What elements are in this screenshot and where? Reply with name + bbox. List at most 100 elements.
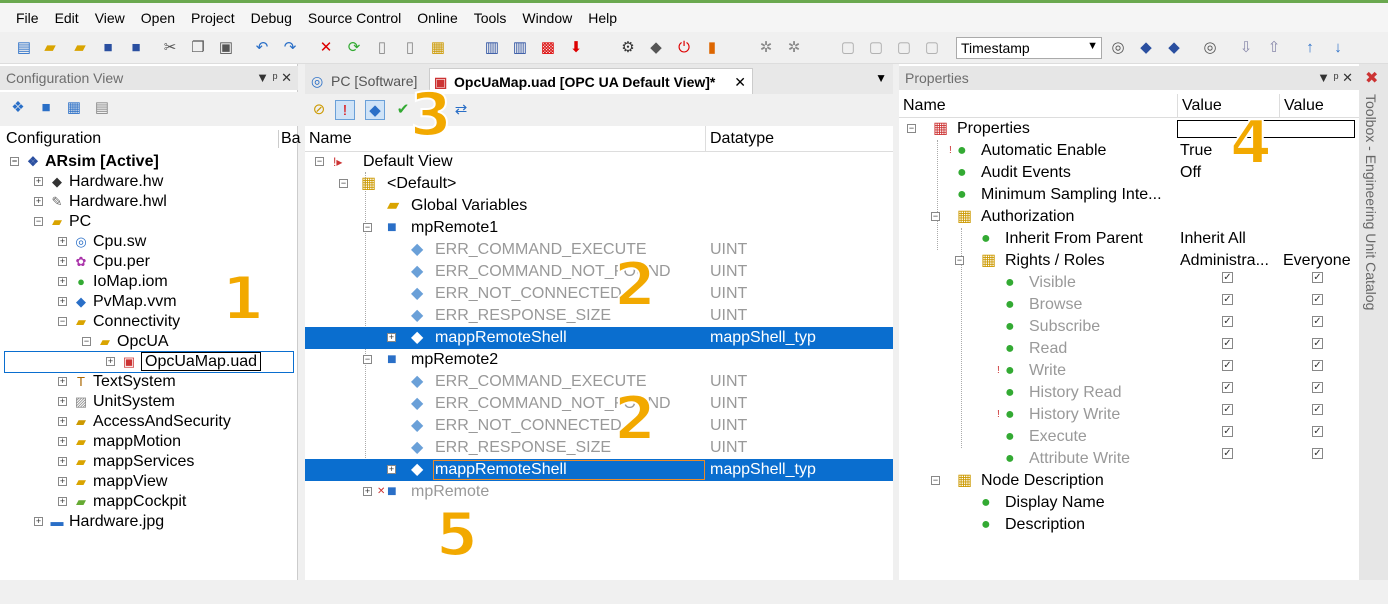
menu-open[interactable]: Open: [141, 10, 175, 26]
checkbox[interactable]: ✓: [1222, 404, 1233, 415]
open-icon[interactable]: ▰: [40, 38, 60, 58]
editor-row-mpremote2[interactable]: − ■ mpRemote2: [305, 349, 893, 371]
menu-edit[interactable]: Edit: [55, 10, 79, 26]
editor-row-mappremoteshell-1[interactable]: + ◆ mappRemoteShell mappShell_typ: [305, 327, 893, 349]
tree-item-hardware-hwl[interactable]: + ✎ Hardware.hwl: [34, 192, 167, 212]
undo-icon[interactable]: ↶: [252, 38, 272, 58]
checkbox[interactable]: ✓: [1312, 426, 1323, 437]
refresh-icon[interactable]: ⟳: [344, 38, 364, 58]
prop-value[interactable]: Inherit All: [1180, 228, 1246, 250]
prop-row-attribute-write[interactable]: ● Attribute Write ✓ ✓: [899, 448, 1359, 470]
menu-view[interactable]: View: [95, 10, 125, 26]
prop-row-execute[interactable]: ● Execute ✓ ✓: [899, 426, 1359, 448]
tree-item-mappservices[interactable]: + ▰ mappServices: [58, 452, 194, 472]
tab-opcuamap[interactable]: ▣ OpcUaMap.uad [OPC UA Default View]* ✕: [429, 68, 753, 94]
settings-icon[interactable]: ▦: [428, 38, 448, 58]
prop-row-display-name[interactable]: ● Display Name: [899, 492, 1359, 514]
prop-value[interactable]: Off: [1180, 162, 1201, 184]
checkbox[interactable]: ✓: [1222, 382, 1233, 393]
tree-item-arsim[interactable]: − ❖ ARsim [Active]: [10, 152, 159, 172]
delete-icon[interactable]: ✕: [316, 38, 336, 58]
sync-icon[interactable]: ⇄: [451, 100, 471, 120]
gear2-icon[interactable]: ✲: [784, 38, 804, 58]
checkbox[interactable]: ✓: [1312, 294, 1323, 305]
checkbox[interactable]: ✓: [1222, 338, 1233, 349]
prop-row-history-write[interactable]: ! ● History Write ✓ ✓: [899, 404, 1359, 426]
tree-item-opcuamap[interactable]: + ▣ OpcUaMap.uad: [106, 352, 262, 372]
save-all-icon[interactable]: ■: [126, 38, 146, 58]
checkbox[interactable]: ✓: [1222, 316, 1233, 327]
properties-icon[interactable]: ▤: [14, 38, 34, 58]
paste-icon[interactable]: ▣: [216, 38, 236, 58]
prop-row-browse[interactable]: ● Browse ✓ ✓: [899, 294, 1359, 316]
checkbox[interactable]: ✓: [1222, 360, 1233, 371]
watch-icon[interactable]: ◎: [1108, 38, 1128, 58]
prop-row-automatic-enable[interactable]: ! ● Automatic Enable True: [899, 140, 1359, 162]
gear-icon[interactable]: ✲: [756, 38, 776, 58]
prop-row-rights-roles[interactable]: − ▦ Rights / Roles Administra... Everyone: [899, 250, 1359, 272]
checkbox[interactable]: ✓: [1222, 426, 1233, 437]
monitor-icon[interactable]: ⚙: [618, 38, 638, 58]
transfer-icon[interactable]: ⬇: [566, 38, 586, 58]
prop-row-subscribe[interactable]: ● Subscribe ✓ ✓: [899, 316, 1359, 338]
tree-label-edit[interactable]: OpcUaMap.uad: [141, 352, 262, 371]
checkbox[interactable]: ✓: [1222, 294, 1233, 305]
prop-row-history-read[interactable]: ● History Read ✓ ✓: [899, 382, 1359, 404]
editor-row-global-variables[interactable]: ▰ Global Variables: [305, 195, 893, 217]
variable-icon[interactable]: ◆: [365, 100, 385, 120]
tree-item-textsystem[interactable]: + T TextSystem: [58, 372, 176, 392]
tree-item-unitsystem[interactable]: + ▨ UnitSystem: [58, 392, 175, 412]
menu-help[interactable]: Help: [588, 10, 617, 26]
checkbox[interactable]: ✓: [1222, 272, 1233, 283]
tree-item-hardware-jpg[interactable]: + ▬ Hardware.jpg: [34, 512, 164, 532]
checkbox[interactable]: ✓: [1312, 404, 1323, 415]
checkbox[interactable]: ✓: [1312, 338, 1323, 349]
prop-row-audit-events[interactable]: ● Audit Events Off: [899, 162, 1359, 184]
rebuild-icon[interactable]: ▥: [510, 38, 530, 58]
checkbox[interactable]: ✓: [1312, 360, 1323, 371]
chevron-down-icon[interactable]: ▼: [1087, 40, 1098, 52]
tree-item-cpu-per[interactable]: + ✿ Cpu.per: [58, 252, 150, 272]
tree-item-iomap[interactable]: + ● IoMap.iom: [58, 272, 168, 292]
checkbox[interactable]: ✓: [1312, 316, 1323, 327]
prop-row-properties[interactable]: − ▦ Properties: [899, 118, 1359, 140]
logical-view-icon[interactable]: ❖: [8, 98, 28, 118]
menu-file[interactable]: File: [16, 10, 39, 26]
editor-row-err-cmd-notfound-2[interactable]: ◆ ERR_COMMAND_NOT_FOUND UINT: [305, 393, 893, 415]
configuration-view-icon[interactable]: ■: [36, 98, 56, 118]
checkbox[interactable]: ✓: [1312, 272, 1323, 283]
menu-tools[interactable]: Tools: [474, 10, 507, 26]
editor-row-err-not-connected-1[interactable]: ◆ ERR_NOT_CONNECTED UINT: [305, 283, 893, 305]
stop-build-icon[interactable]: ▩: [538, 38, 558, 58]
watch3-icon[interactable]: ◆: [1164, 38, 1184, 58]
checkbox[interactable]: ✓: [1312, 382, 1323, 393]
window2-icon[interactable]: ▢: [866, 38, 886, 58]
connect-icon[interactable]: ◆: [646, 38, 666, 58]
sort-up-icon[interactable]: ⇧: [1264, 38, 1284, 58]
prop-row-description[interactable]: ● Description: [899, 514, 1359, 536]
menu-source-control[interactable]: Source Control: [308, 10, 401, 26]
tree-item-pvmap[interactable]: + ◆ PvMap.vvm: [58, 292, 177, 312]
editor-row-err-cmd-exec-2[interactable]: ◆ ERR_COMMAND_EXECUTE UINT: [305, 371, 893, 393]
prop-row-authorization[interactable]: − ▦ Authorization: [899, 206, 1359, 228]
panel-controls[interactable]: ▼ ᵖ ✕: [256, 66, 292, 90]
prop-row-min-sampling[interactable]: ● Minimum Sampling Inte...: [899, 184, 1359, 206]
editor-row-mpremote[interactable]: + ✕ ■ mpRemote: [305, 481, 893, 503]
menu-window[interactable]: Window: [522, 10, 572, 26]
prop-row-inherit-from-parent[interactable]: ● Inherit From Parent Inherit All: [899, 228, 1359, 250]
tree-item-mappmotion[interactable]: + ▰ mappMotion: [58, 432, 181, 452]
sort-down-icon[interactable]: ⇩: [1236, 38, 1256, 58]
editor-row-default-view[interactable]: − !▸ Default View: [305, 151, 893, 173]
editor-row-default[interactable]: − ▦ <Default>: [305, 173, 893, 195]
close-icon[interactable]: ✕: [734, 69, 746, 95]
menu-debug[interactable]: Debug: [251, 10, 292, 26]
tab-menu-icon[interactable]: ▼: [875, 71, 887, 85]
tab-pc-software[interactable]: ◎ PC [Software]: [307, 68, 425, 94]
cut-icon[interactable]: ✂: [160, 38, 180, 58]
editor-row-err-response-size-1[interactable]: ◆ ERR_RESPONSE_SIZE UINT: [305, 305, 893, 327]
checkbox[interactable]: ✓: [1222, 448, 1233, 459]
tree-item-mappview[interactable]: + ▰ mappView: [58, 472, 167, 492]
editor-row-mpremote1[interactable]: − ■ mpRemote1: [305, 217, 893, 239]
prop-row-node-description[interactable]: − ▦ Node Description: [899, 470, 1359, 492]
build-icon[interactable]: ▥: [482, 38, 502, 58]
